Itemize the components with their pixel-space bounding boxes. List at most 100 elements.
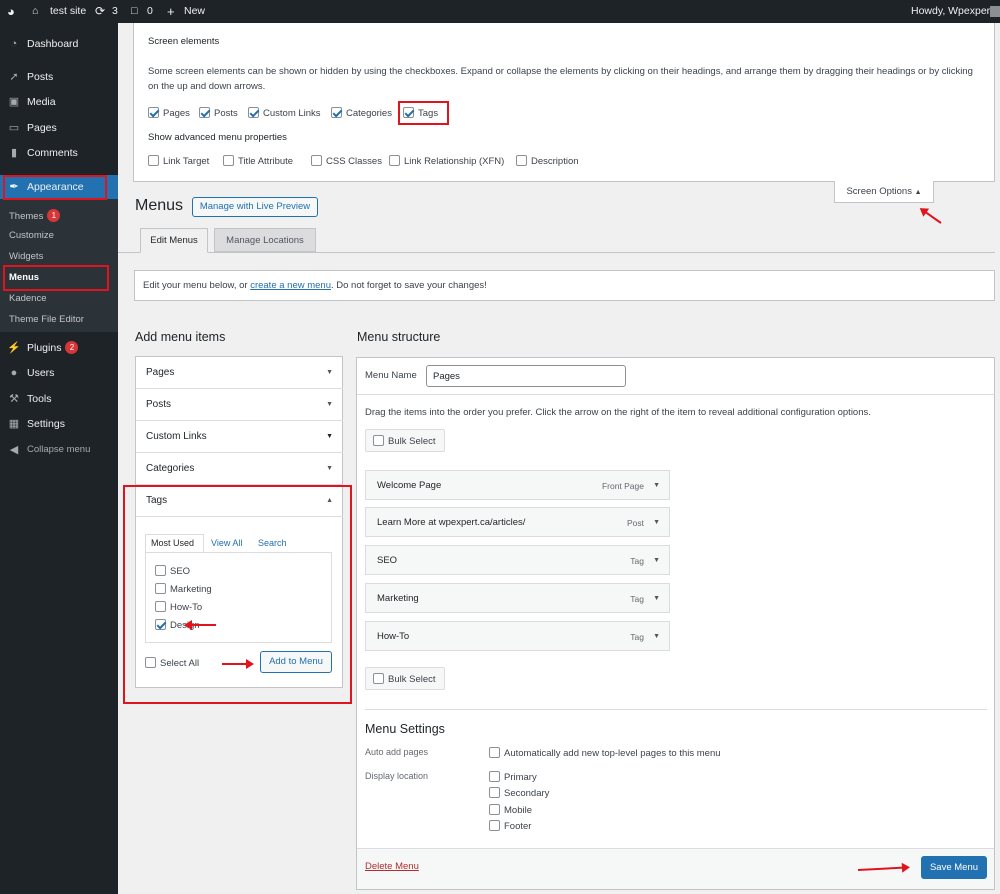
menu-item-learn-more[interactable]: Learn More at wpexpert.ca/articles/Post ▼: [365, 507, 670, 537]
sidebar-item-users[interactable]: ● Users: [0, 361, 118, 385]
plus-icon: +: [167, 4, 175, 19]
caret-down-icon[interactable]: ▼: [653, 508, 660, 538]
checkbox[interactable]: [489, 804, 500, 815]
highlight-menus: [3, 265, 109, 291]
sidebar-item-posts[interactable]: ➚ Posts: [0, 65, 118, 89]
accordion-categories[interactable]: Categories ▼: [136, 453, 343, 485]
caret-down-icon[interactable]: ▼: [653, 471, 660, 501]
menu-item-how-to[interactable]: How-To Tag ▼: [365, 621, 670, 651]
caret-down-icon: ▼: [326, 433, 333, 440]
checkbox[interactable]: [373, 673, 384, 684]
menu-item-welcome-page[interactable]: Welcome Page Front Page ▼: [365, 470, 670, 500]
caret-down-icon: ▼: [326, 369, 333, 376]
checkbox[interactable]: [248, 107, 259, 118]
screen-option-posts[interactable]: Posts: [199, 107, 238, 119]
checkbox[interactable]: [373, 435, 384, 446]
new-content-link[interactable]: New: [184, 0, 205, 23]
screen-elements-heading: Screen elements: [148, 36, 220, 47]
screen-option-pages[interactable]: Pages: [148, 107, 190, 119]
checkbox[interactable]: [148, 155, 159, 166]
checkbox[interactable]: [389, 155, 400, 166]
screen-options-toggle[interactable]: Screen Options ▲: [834, 181, 934, 203]
sidebar-item-pages[interactable]: ▭ Pages: [0, 116, 118, 140]
checkbox[interactable]: [516, 155, 527, 166]
save-menu-button[interactable]: Save Menu: [921, 856, 987, 879]
adv-option-description[interactable]: Description: [516, 155, 579, 167]
highlight-appearance: [3, 175, 107, 200]
sidebar-item-media[interactable]: ▣ Media: [0, 90, 118, 114]
location-footer[interactable]: Footer: [489, 820, 531, 832]
checkbox[interactable]: [489, 747, 500, 758]
plug-icon: ⚡: [7, 342, 21, 354]
screen-option-custom-links[interactable]: Custom Links: [248, 107, 321, 119]
caret-up-icon: ▲: [914, 189, 922, 196]
wordpress-logo-icon[interactable]: ◕: [7, 0, 15, 23]
menu-item-seo[interactable]: SEO Tag ▼: [365, 545, 670, 575]
display-location-label: Display location: [365, 771, 429, 781]
home-icon: ⌂: [32, 5, 39, 17]
user-icon: ●: [10, 367, 18, 379]
location-mobile[interactable]: Mobile: [489, 804, 532, 816]
menu-structure-heading: Menu structure: [357, 330, 441, 344]
tab-manage-locations[interactable]: Manage Locations: [214, 228, 316, 252]
delete-menu-link[interactable]: Delete Menu: [365, 861, 419, 872]
sidebar-sub-widgets[interactable]: Widgets: [9, 251, 43, 262]
accordion-posts[interactable]: Posts ▼: [136, 389, 343, 421]
bulk-select-bottom[interactable]: Bulk Select: [365, 667, 445, 690]
pin-icon: ➚: [9, 71, 19, 83]
checkbox[interactable]: [489, 787, 500, 798]
settings-icon: ▦: [8, 418, 20, 430]
site-name-link[interactable]: test site: [50, 0, 86, 23]
admin-sidebar: ◔ Dashboard ➚ Posts ▣ Media ▭ Pages ▮ Comment…: [0, 23, 125, 894]
collapse-menu-button[interactable]: ◀ Collapse menu: [0, 438, 118, 462]
checkbox[interactable]: [148, 107, 159, 118]
sidebar-item-tools[interactable]: ⚒ Tools: [0, 387, 118, 411]
avatar[interactable]: [990, 6, 1000, 17]
sidebar-sub-theme-file-editor[interactable]: Theme File Editor: [9, 314, 84, 325]
accordion-custom-links[interactable]: Custom Links ▼: [136, 421, 343, 453]
accordion-pages[interactable]: Pages ▼: [136, 357, 343, 389]
create-new-menu-link[interactable]: create a new menu: [250, 280, 331, 291]
menu-item-marketing[interactable]: Marketing Tag ▼: [365, 583, 670, 613]
adv-option-link-relationship[interactable]: Link Relationship (XFN): [389, 155, 504, 167]
adv-option-title-attribute[interactable]: Title Attribute: [223, 155, 293, 167]
bulk-select-top[interactable]: Bulk Select: [365, 429, 445, 452]
updates-count: 3: [112, 5, 118, 17]
comments-icon[interactable]: □: [131, 0, 137, 23]
menu-name-input[interactable]: [426, 365, 626, 387]
themes-update-badge: 1: [47, 209, 61, 222]
caret-down-icon[interactable]: ▼: [653, 546, 660, 576]
auto-add-checkbox[interactable]: Automatically add new top-level pages to…: [489, 747, 721, 759]
adv-option-css-classes[interactable]: CSS Classes: [311, 155, 382, 167]
checkbox[interactable]: [223, 155, 234, 166]
updates-icon[interactable]: ⟳: [95, 0, 105, 23]
sidebar-sub-themes[interactable]: Themes 1: [9, 209, 61, 222]
sidebar-item-comments[interactable]: ▮ Comments: [0, 141, 118, 165]
checkbox[interactable]: [311, 155, 322, 166]
sidebar-sub-customize[interactable]: Customize: [9, 230, 54, 241]
page-icon: ▭: [8, 122, 20, 134]
location-secondary[interactable]: Secondary: [489, 787, 549, 799]
sidebar-item-dashboard[interactable]: ◔ Dashboard: [0, 32, 118, 56]
screen-option-categories[interactable]: Categories: [331, 107, 392, 119]
howdy-account-link[interactable]: Howdy, Wpexpert: [911, 0, 993, 23]
notice-text: Edit your menu below, or create a new me…: [143, 280, 487, 291]
sidebar-item-settings[interactable]: ▦ Settings: [0, 412, 118, 436]
caret-down-icon[interactable]: ▼: [653, 622, 660, 652]
comments-count: 0: [147, 5, 153, 17]
sidebar-sub-kadence[interactable]: Kadence: [9, 293, 47, 304]
tab-edit-menus[interactable]: Edit Menus: [140, 228, 208, 253]
manage-live-preview-button[interactable]: Manage with Live Preview: [192, 197, 318, 217]
checkbox[interactable]: [331, 107, 342, 118]
sidebar-item-plugins[interactable]: ⚡ Plugins 2: [0, 336, 118, 360]
checkbox[interactable]: [489, 771, 500, 782]
checkbox[interactable]: [489, 820, 500, 831]
divider: [357, 394, 994, 395]
caret-down-icon: ▼: [326, 401, 333, 408]
location-primary[interactable]: Primary: [489, 771, 537, 783]
checkbox[interactable]: [199, 107, 210, 118]
caret-down-icon[interactable]: ▼: [653, 584, 660, 614]
adv-option-link-target[interactable]: Link Target: [148, 155, 209, 167]
auto-add-label: Auto add pages: [365, 747, 429, 757]
instructions-text: Drag the items into the order you prefer…: [365, 407, 871, 418]
